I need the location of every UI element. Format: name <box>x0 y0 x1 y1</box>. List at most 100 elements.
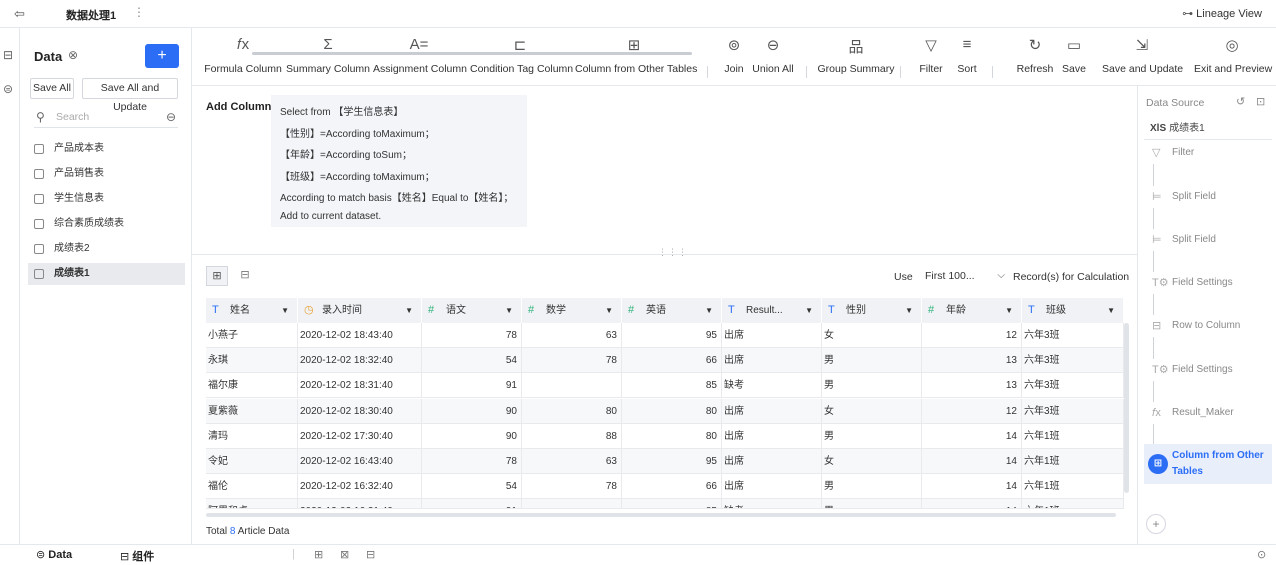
table-cell[interactable]: 男 <box>822 423 922 449</box>
table-list-item[interactable]: 学生信息表 <box>28 188 185 210</box>
caret-down-icon[interactable]: ▼ <box>505 298 513 323</box>
step-item[interactable]: ⊨ Split Field <box>1144 227 1272 253</box>
table-cell[interactable]: 六年1班 <box>1022 423 1124 449</box>
table-cell[interactable]: 出席 <box>722 323 822 348</box>
table-row[interactable]: 福伦 2020-12-02 16:32:40 54 78 66 出席男 14 六年1班 <box>206 474 1124 500</box>
column-header[interactable]: T 姓名 ▼ <box>206 298 298 323</box>
table-cell[interactable]: 85 <box>622 373 722 399</box>
caret-down-icon[interactable]: ▼ <box>705 298 713 323</box>
table-cell[interactable]: 缺考 <box>722 499 822 509</box>
table-cell[interactable]: 78 <box>422 323 522 348</box>
table-cell[interactable]: 出席 <box>722 474 822 500</box>
table-cell[interactable]: 福尔康 <box>206 373 298 399</box>
table-cell[interactable]: 2020-12-02 16:43:40 <box>298 449 422 474</box>
caret-down-icon[interactable]: ▼ <box>1107 298 1115 323</box>
caret-down-icon[interactable]: ▼ <box>605 298 613 323</box>
table-cell[interactable]: 六年3班 <box>1022 323 1124 348</box>
add-table-button[interactable]: + <box>145 44 179 68</box>
table-cell[interactable]: 54 <box>422 348 522 374</box>
column-header[interactable]: T Result... ▼ <box>722 298 822 323</box>
table-cell[interactable]: 80 <box>622 423 722 449</box>
table-row[interactable]: 令妃 2020-12-02 16:43:40 78 63 95 出席女 14 六年1班 <box>206 449 1124 474</box>
table-cell[interactable]: 小燕子 <box>206 323 298 348</box>
table-cell[interactable]: 男 <box>822 373 922 399</box>
caret-down-icon[interactable]: ▼ <box>805 298 813 323</box>
table-cell[interactable]: 2020-12-02 18:30:40 <box>298 398 422 424</box>
table-cell[interactable]: 91 <box>422 373 522 399</box>
table-cell[interactable]: 六年1班 <box>1022 474 1124 500</box>
table-cell[interactable]: 六年3班 <box>1022 348 1124 374</box>
table-cell[interactable]: 14 <box>922 474 1022 500</box>
table-cell[interactable]: 六年1班 <box>1022 449 1124 474</box>
table-cell[interactable]: 14 <box>922 423 1022 449</box>
table-cell[interactable]: 2020-12-02 16:32:40 <box>298 474 422 500</box>
table-cell[interactable]: 永琪 <box>206 348 298 374</box>
back-icon[interactable]: ⇦ <box>14 6 30 22</box>
data-source-item[interactable]: XlS 成绩表1 <box>1144 118 1272 140</box>
settings-icon[interactable]: ⊜ <box>3 82 13 96</box>
table-cell[interactable]: 六年3班 <box>1022 398 1124 424</box>
column-from-other-tables-button[interactable]: ⊞ Column from Other Tables <box>575 28 697 86</box>
filter-button[interactable]: ▽ Filter <box>918 28 944 86</box>
table-cell[interactable]: 78 <box>522 348 622 374</box>
table-cell[interactable]: 出席 <box>722 449 822 474</box>
summary-column-button[interactable]: Σ Summary Column <box>286 28 370 86</box>
add-step-button[interactable]: + <box>1146 514 1166 534</box>
table-cell[interactable]: 清玛 <box>206 423 298 449</box>
assignment-column-button[interactable]: A= Assignment Column <box>373 28 467 86</box>
table-cell[interactable]: 男 <box>822 474 922 500</box>
table-cell[interactable]: 女 <box>822 323 922 348</box>
table-cell[interactable]: 95 <box>622 323 722 348</box>
save-all-button[interactable]: Save All <box>30 78 74 99</box>
table-cell[interactable]: 女 <box>822 449 922 474</box>
search-input[interactable]: ⚲ Search ⊖ <box>34 108 178 128</box>
table-cell[interactable]: 14 <box>922 449 1022 474</box>
union-all-button[interactable]: ⊖ Union All <box>751 28 795 86</box>
table-cell[interactable]: 2020-12-02 17:30:40 <box>298 423 422 449</box>
table-cell[interactable]: 90 <box>422 423 522 449</box>
column-header[interactable]: # 英语 ▼ <box>622 298 722 323</box>
vertical-scrollbar[interactable] <box>1124 323 1129 493</box>
grid-view-toggle[interactable]: ⊞ <box>206 266 228 286</box>
table-row[interactable]: 福尔康 2020-12-02 18:31:40 91 85 缺考男 13 六年3班 <box>206 373 1124 399</box>
column-header[interactable]: ◷ 录入时间 ▼ <box>298 298 422 323</box>
horizontal-scrollbar[interactable] <box>206 513 1116 517</box>
table-cell[interactable]: 2020-12-02 18:43:40 <box>298 323 422 348</box>
record-count-select[interactable]: First 100... ⌵ <box>925 266 1005 286</box>
more-icon[interactable]: ⋮ <box>133 5 145 19</box>
table-cell[interactable]: 66 <box>622 348 722 374</box>
history-icon[interactable]: ↺ <box>1236 95 1245 108</box>
table-cell[interactable]: 91 <box>422 499 522 509</box>
table-row[interactable]: 夏紫薇 2020-12-02 18:30:40 90 80 80 出席女 12 六年3班 <box>206 398 1124 424</box>
table-cell[interactable]: 福伦 <box>206 474 298 500</box>
condition-tag-column-button[interactable]: ⊏ Condition Tag Column <box>470 28 573 86</box>
step-item[interactable]: T⚙ Field Settings <box>1144 270 1272 296</box>
step-item[interactable]: ▽ Filter <box>1144 140 1272 166</box>
table-cell[interactable]: 六年3班 <box>1022 373 1124 399</box>
table-view-toggle[interactable]: ⊟ <box>234 266 256 286</box>
caret-down-icon[interactable]: ▼ <box>1005 298 1013 323</box>
table-cell[interactable]: 2020-12-02 16:31:40 <box>298 499 422 509</box>
lineage-view-button[interactable]: ⊶ Lineage View <box>1182 7 1262 20</box>
table-list-item[interactable]: 成绩表1 <box>28 263 185 285</box>
table-cell[interactable]: 54 <box>422 474 522 500</box>
layout-icon[interactable]: ⊡ <box>1256 95 1265 108</box>
table-cell[interactable]: 90 <box>422 398 522 424</box>
table-cell[interactable]: 95 <box>622 449 722 474</box>
caret-down-icon[interactable]: ▼ <box>281 298 289 323</box>
dataset-icon[interactable]: ⊟ <box>3 48 13 62</box>
step-item[interactable]: T⚙ Field Settings <box>1144 357 1272 383</box>
table-cell[interactable]: 12 <box>922 398 1022 424</box>
table-list-item[interactable]: 综合素质成绩表 <box>28 213 185 235</box>
sort-button[interactable]: ≡ Sort <box>954 28 980 86</box>
table-cell[interactable]: 夏紫薇 <box>206 398 298 424</box>
table-list-item[interactable]: 成绩表2 <box>28 238 185 260</box>
table-cell[interactable]: 阿里和卓 <box>206 499 298 509</box>
join-button[interactable]: ⊚ Join <box>717 28 751 86</box>
table-cell[interactable]: 80 <box>622 398 722 424</box>
tab-component[interactable]: ⊟ 组件 <box>120 548 154 564</box>
caret-down-icon[interactable]: ▼ <box>905 298 913 323</box>
help-icon[interactable]: ⊗ <box>68 48 78 62</box>
save-all-update-button[interactable]: Save All and Update <box>82 78 178 113</box>
toolbar-scrollbar[interactable] <box>252 52 692 55</box>
